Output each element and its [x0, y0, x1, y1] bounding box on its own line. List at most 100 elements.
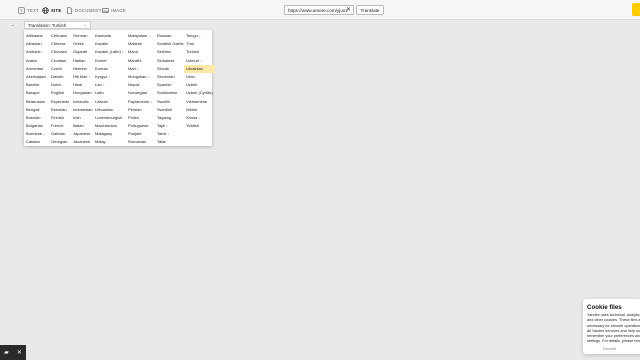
language-option[interactable]: Spanish: [155, 81, 186, 89]
language-option-label: Amharic: [26, 49, 41, 55]
message-icon[interactable]: ▰: [4, 349, 9, 356]
language-option[interactable]: Latvian: [93, 98, 124, 106]
language-option[interactable]: Vietnamese: [184, 98, 215, 106]
tab-text[interactable]: T TEXT: [18, 5, 39, 16]
voice-icon: ♪: [136, 66, 139, 71]
language-option[interactable]: Malayalam ♪: [126, 32, 157, 40]
language-option-label: Czech: [51, 65, 63, 71]
language-option[interactable]: Portuguese: [126, 122, 157, 130]
language-option-label: Tamil: [157, 131, 167, 137]
language-option[interactable]: Tajik ♪: [155, 122, 186, 130]
language-option-label: Punjabi: [128, 131, 142, 137]
language-option-label: English: [51, 90, 65, 96]
language-option[interactable]: Tatar: [155, 138, 186, 146]
close-icon[interactable]: ✕: [17, 349, 22, 356]
account-button[interactable]: [632, 3, 640, 16]
language-option[interactable]: Uzbek (Cyrillic): [184, 89, 215, 97]
language-option-label: Hungarian: [73, 90, 92, 96]
language-option-label: Tatar: [157, 139, 166, 145]
voice-icon: ♪: [200, 58, 202, 63]
language-option[interactable]: Urdu: [184, 73, 215, 81]
language-option[interactable]: Lithuanian: [93, 106, 124, 114]
bottom-widget[interactable]: ▰ ✕: [0, 345, 26, 360]
language-option[interactable]: Mongolian ♪: [126, 73, 157, 81]
language-option[interactable]: Swedish: [155, 106, 186, 114]
language-option-label: Turkish: [186, 49, 199, 55]
language-option[interactable]: Macedonian: [93, 122, 124, 130]
language-option[interactable]: Xhosa ♪: [184, 114, 215, 122]
language-option[interactable]: Scottish Gaelic: [155, 40, 186, 48]
language-option[interactable]: Marathi: [126, 57, 157, 65]
language-option-label: Scottish Gaelic: [157, 41, 184, 47]
language-option[interactable]: Malay: [93, 138, 124, 146]
language-option[interactable]: Telugu ♪: [184, 32, 215, 40]
language-dropdown: Afrikaans Albanian Amharic ♪ Arabic Armenian A…: [24, 30, 215, 147]
language-option[interactable]: Uzbek: [184, 81, 215, 89]
language-option[interactable]: Serbian: [155, 48, 186, 56]
language-option[interactable]: Malagasy: [93, 130, 124, 138]
language-option[interactable]: Ukrainian: [184, 64, 215, 73]
language-option[interactable]: Slovenian: [155, 73, 186, 81]
translate-button[interactable]: Translate: [356, 5, 384, 15]
tab-site[interactable]: SITE: [42, 5, 62, 16]
language-option[interactable]: Kyrgyz ♪: [93, 73, 124, 81]
language-option[interactable]: Latin: [93, 89, 124, 97]
language-option-label: Nepali: [128, 82, 140, 88]
language-option[interactable]: Korean: [93, 65, 124, 73]
language-option[interactable]: Yiddish: [184, 122, 215, 130]
language-option[interactable]: Lao ♪: [93, 81, 124, 89]
language-option[interactable]: Papiamento ♪: [126, 98, 157, 106]
language-option[interactable]: Kannada: [93, 32, 124, 40]
language-option[interactable]: Russian: [155, 32, 186, 40]
clear-url-icon[interactable]: ✕: [346, 7, 351, 14]
language-option-label: Burmese: [26, 131, 43, 137]
voice-icon: ♪: [167, 132, 170, 137]
language-option[interactable]: Swahili: [155, 98, 186, 106]
language-option-label: Malayalam: [128, 33, 148, 38]
language-option-label: Tagalog: [157, 114, 172, 120]
language-option[interactable]: Romanian: [126, 138, 157, 146]
language-option-label: Belarusian: [26, 98, 45, 104]
url-input[interactable]: https://www.amore.com/yjuoz-ex ✕: [284, 5, 354, 15]
tab-document[interactable]: DOCUMENT: [66, 5, 102, 16]
language-option-label: Armenian: [26, 65, 44, 71]
voice-icon: ♪: [43, 132, 45, 137]
chevron-down-icon: ⌄: [83, 22, 87, 27]
language-option[interactable]: Polish: [126, 114, 157, 122]
language-option[interactable]: Maltese: [126, 40, 157, 48]
language-option[interactable]: Thai: [184, 40, 215, 48]
tab-image[interactable]: IMAGE: [102, 5, 126, 16]
language-option[interactable]: Udmurt ♪: [184, 57, 215, 65]
language-option-label: Sinhalese: [157, 57, 175, 63]
language-option[interactable]: Mari ♪: [126, 65, 157, 73]
language-option[interactable]: Welsh: [184, 106, 215, 114]
language-option[interactable]: Sundanese: [155, 89, 186, 97]
language-option[interactable]: Sinhalese: [155, 57, 186, 65]
language-option-label: Icelandic: [73, 98, 89, 104]
target-language-select[interactable]: Translation: Turkish ⌄: [24, 21, 91, 29]
url-input-value[interactable]: https://www.amore.com/yjuoz-ex: [288, 8, 348, 13]
language-option-label: Chuvash: [51, 49, 67, 55]
language-option[interactable]: Persian: [126, 106, 157, 114]
cookie-decline-button[interactable]: Decline: [603, 346, 616, 351]
language-option[interactable]: Luxembourgish: [93, 114, 124, 122]
language-option-label: Welsh: [186, 106, 198, 112]
language-option[interactable]: Khmer: [93, 57, 124, 65]
language-option[interactable]: Tamil ♪: [155, 130, 186, 138]
source-language-chevron-icon[interactable]: ⌄: [11, 22, 15, 28]
language-option[interactable]: Slovak: [155, 65, 186, 73]
language-option[interactable]: Kazakh (Latin) ♪: [93, 48, 124, 56]
language-option-label: Norwegian: [128, 90, 148, 96]
language-option[interactable]: Norwegian: [126, 89, 157, 97]
language-option[interactable]: Maori: [126, 48, 157, 56]
voice-icon: ♪: [148, 34, 151, 38]
language-option-label: Bashkir: [26, 82, 40, 88]
language-option[interactable]: Nepali: [126, 81, 157, 89]
language-option-label: Cebuano: [51, 33, 68, 38]
language-column: Malayalam ♪ Maltese Maori Marathi Mari ♪ Mongol…: [126, 32, 157, 147]
language-option[interactable]: Tagalog: [155, 114, 186, 122]
language-option-label: Romanian: [128, 139, 147, 145]
language-option[interactable]: Punjabi: [126, 130, 157, 138]
language-option[interactable]: Kazakh: [93, 40, 124, 48]
language-option[interactable]: Turkish: [184, 48, 215, 56]
